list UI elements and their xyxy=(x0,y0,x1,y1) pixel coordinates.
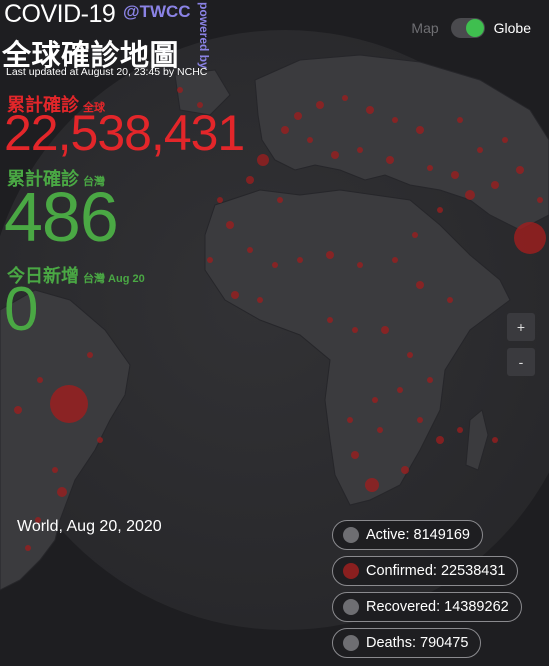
recovered-dot-icon xyxy=(343,599,359,615)
case-marker[interactable] xyxy=(226,221,234,229)
case-marker[interactable] xyxy=(246,176,254,184)
case-marker[interactable] xyxy=(427,165,433,171)
case-marker[interactable] xyxy=(386,156,394,164)
case-marker[interactable] xyxy=(217,197,223,203)
case-marker[interactable] xyxy=(52,467,58,473)
case-marker[interactable] xyxy=(451,171,459,179)
case-marker[interactable] xyxy=(331,151,339,159)
case-marker[interactable] xyxy=(427,377,433,383)
case-marker[interactable] xyxy=(307,137,313,143)
stat-scope: 台灣 Aug 20 xyxy=(83,273,145,285)
app-title: COVID-19 xyxy=(4,0,116,28)
case-marker[interactable] xyxy=(326,251,334,259)
zoom-out-button[interactable]: - xyxy=(507,348,535,376)
view-toggle: Map Globe xyxy=(411,18,531,38)
case-marker[interactable] xyxy=(516,166,524,174)
case-marker[interactable] xyxy=(491,181,499,189)
case-marker[interactable] xyxy=(397,387,403,393)
confirmed-dot-icon xyxy=(343,563,359,579)
case-marker[interactable] xyxy=(207,257,213,263)
view-toggle-switch[interactable] xyxy=(450,18,485,38)
case-marker[interactable] xyxy=(357,262,363,268)
case-marker[interactable] xyxy=(392,257,398,263)
stat-global-value: 22,538,431 xyxy=(4,105,245,161)
case-marker[interactable] xyxy=(357,147,363,153)
case-marker[interactable] xyxy=(272,262,278,268)
case-marker[interactable] xyxy=(437,207,443,213)
legend-label: Deaths: 790475 xyxy=(366,635,469,651)
case-marker[interactable] xyxy=(97,437,103,443)
case-marker[interactable] xyxy=(247,247,253,253)
map-view-label[interactable]: Map xyxy=(411,20,438,36)
case-marker[interactable] xyxy=(327,317,333,323)
case-marker[interactable] xyxy=(277,197,283,203)
case-marker[interactable] xyxy=(514,222,546,254)
case-marker[interactable] xyxy=(87,352,93,358)
case-marker[interactable] xyxy=(502,137,508,143)
case-marker[interactable] xyxy=(416,281,424,289)
legend-deaths[interactable]: Deaths: 790475 xyxy=(332,628,482,658)
case-marker[interactable] xyxy=(417,417,423,423)
deaths-dot-icon xyxy=(343,635,359,651)
case-marker[interactable] xyxy=(347,417,353,423)
legend-label: Confirmed: 22538431 xyxy=(366,563,506,579)
case-marker[interactable] xyxy=(25,545,31,551)
case-marker[interactable] xyxy=(447,297,453,303)
case-marker[interactable] xyxy=(342,95,348,101)
last-updated-text: Last updated at August 20, 23:45 by NCHC xyxy=(6,66,208,78)
case-marker[interactable] xyxy=(457,427,463,433)
case-marker[interactable] xyxy=(492,437,498,443)
case-marker[interactable] xyxy=(366,106,374,114)
case-marker[interactable] xyxy=(412,232,418,238)
case-marker[interactable] xyxy=(416,126,424,134)
case-marker[interactable] xyxy=(537,197,543,203)
toggle-knob xyxy=(465,19,484,37)
case-marker[interactable] xyxy=(297,257,303,263)
legend-confirmed[interactable]: Confirmed: 22538431 xyxy=(332,556,519,586)
case-marker[interactable] xyxy=(365,478,379,492)
case-marker[interactable] xyxy=(50,385,88,423)
case-marker[interactable] xyxy=(407,352,413,358)
case-marker[interactable] xyxy=(372,397,378,403)
active-dot-icon xyxy=(343,527,359,543)
case-marker[interactable] xyxy=(465,190,475,200)
legend-active[interactable]: Active: 8149169 xyxy=(332,520,483,550)
case-marker[interactable] xyxy=(457,117,463,123)
case-marker[interactable] xyxy=(14,406,22,414)
map-caption: World, Aug 20, 2020 xyxy=(17,518,162,535)
case-marker[interactable] xyxy=(477,147,483,153)
case-marker[interactable] xyxy=(257,154,269,166)
brand-link[interactable]: @TWCC xyxy=(123,2,191,22)
stat-taiwan-value: 486 xyxy=(4,178,119,256)
legend-label: Active: 8149169 xyxy=(366,527,470,543)
case-marker[interactable] xyxy=(294,112,302,120)
case-marker[interactable] xyxy=(37,377,43,383)
case-marker[interactable] xyxy=(281,126,289,134)
case-marker[interactable] xyxy=(392,117,398,123)
stat-today-value: 0 xyxy=(4,275,38,344)
case-marker[interactable] xyxy=(257,297,263,303)
case-marker[interactable] xyxy=(57,487,67,497)
case-marker[interactable] xyxy=(377,427,383,433)
globe-view-label[interactable]: Globe xyxy=(494,20,531,36)
powered-by-label: powered by xyxy=(197,2,211,69)
case-marker[interactable] xyxy=(231,291,239,299)
zoom-in-button[interactable]: + xyxy=(507,313,535,341)
case-marker[interactable] xyxy=(316,101,324,109)
legend-label: Recovered: 14389262 xyxy=(366,599,509,615)
case-marker[interactable] xyxy=(401,466,409,474)
case-marker[interactable] xyxy=(352,327,358,333)
case-marker[interactable] xyxy=(381,326,389,334)
legend-recovered[interactable]: Recovered: 14389262 xyxy=(332,592,522,622)
case-marker[interactable] xyxy=(436,436,444,444)
case-marker[interactable] xyxy=(177,87,183,93)
case-marker[interactable] xyxy=(351,451,359,459)
